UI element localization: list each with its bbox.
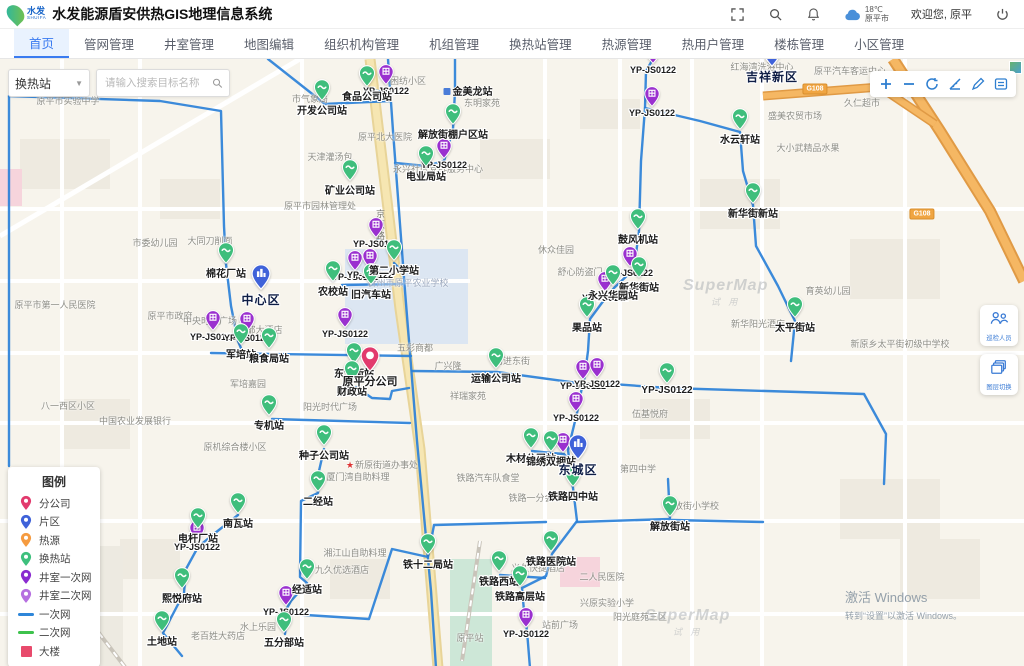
legend-item-2: 热源 — [18, 531, 100, 550]
layer-switch-button[interactable]: 图层切换 — [980, 354, 1018, 395]
water-drop-icon — [3, 2, 28, 27]
page-title: 水发能源盾安供热GIS地理信息系统 — [52, 4, 272, 24]
fullscreen-icon[interactable] — [730, 6, 746, 22]
nav-tab-2[interactable]: 井室管理 — [149, 29, 229, 58]
supermap-watermark: SuperMap试 用 — [683, 277, 768, 308]
welcome-text: 欢迎您, 原平 — [911, 6, 972, 22]
nav-tab-1[interactable]: 管网管理 — [69, 29, 149, 58]
gis-app: 水发 SHUIFA 水发能源盾安供热GIS地理信息系统 18℃ 原平市 — [0, 0, 1024, 666]
measure-icon[interactable] — [943, 73, 966, 95]
company-logo: 水发 SHUIFA — [8, 4, 52, 24]
map-canvas[interactable]: 原平市实验中学市气象局困纺小区东明家苑原平北大医院天津灌汤包永兴社区党群服务中心… — [0, 59, 1024, 666]
weather-widget: 18℃ 原平市 — [844, 5, 889, 23]
nav-tab-8[interactable]: 热用户管理 — [667, 29, 760, 58]
nav-tab-4[interactable]: 组织机构管理 — [309, 29, 414, 58]
search-icon[interactable] — [212, 77, 223, 89]
legend-item-1: 片区 — [18, 513, 100, 532]
legend-item-3: 换热站 — [18, 550, 100, 569]
legend-item-0: 分公司 — [18, 494, 100, 513]
nav-tab-5[interactable]: 机组管理 — [414, 29, 494, 58]
supermap-watermark: SuperMap试 用 — [645, 607, 730, 638]
search-input-wrap — [96, 69, 230, 97]
nav-tab-7[interactable]: 热源管理 — [587, 29, 667, 58]
weather-city: 原平市 — [865, 14, 889, 23]
nav-tab-3[interactable]: 地图编辑 — [229, 29, 309, 58]
nav-tab-0[interactable]: 首页 — [14, 29, 69, 58]
layers-icon — [990, 359, 1008, 380]
legend-item-6: 一次网 — [18, 605, 100, 624]
marker-layer: YP-JS0122YP-JS0122YP-JS0122YP-JS0122YP-J… — [0, 59, 1024, 666]
draw-icon[interactable] — [966, 73, 989, 95]
windows-watermark: 激活 Windows 转到“设置”以激活 Windows。 — [845, 587, 962, 622]
search-icon[interactable] — [768, 6, 784, 22]
logo-text-en: SHUIFA — [27, 16, 46, 21]
chevron-down-icon: ▼ — [75, 79, 83, 88]
weather-temp: 18℃ — [865, 5, 889, 14]
map-side-tools: 巡检人员图层切换 — [980, 305, 1018, 395]
search-category-select[interactable]: 换热站▼ — [8, 69, 90, 97]
nav-tab-10[interactable]: 小区管理 — [839, 29, 919, 58]
people-icon — [990, 310, 1009, 331]
zoom-in-icon[interactable] — [874, 73, 897, 95]
layer-list-icon[interactable] — [989, 73, 1012, 95]
legend-item-4: 井室一次网 — [18, 568, 100, 587]
legend-item-7: 二次网 — [18, 624, 100, 643]
reset-view-icon[interactable] — [920, 73, 943, 95]
legend-item-8: 大楼 — [18, 642, 100, 661]
map-toolbar — [870, 71, 1016, 97]
map-legend: 图例 分公司片区热源换热站井室一次网井室二次网一次网二次网大楼 — [8, 467, 100, 666]
logout-icon[interactable] — [994, 6, 1010, 22]
map-search-bar: 换热站▼ — [8, 69, 230, 97]
search-input[interactable] — [103, 76, 212, 90]
app-header: 水发 SHUIFA 水发能源盾安供热GIS地理信息系统 18℃ 原平市 — [0, 0, 1024, 29]
cloud-icon — [844, 8, 861, 21]
staff-locate-button[interactable]: 巡检人员 — [980, 305, 1018, 346]
nav-tab-6[interactable]: 换热站管理 — [494, 29, 587, 58]
main-nav: 首页管网管理井室管理地图编辑组织机构管理机组管理换热站管理热源管理热用户管理楼栋… — [0, 29, 1024, 59]
legend-title: 图例 — [8, 473, 100, 490]
zoom-out-icon[interactable] — [897, 73, 920, 95]
notification-bell-icon[interactable] — [806, 6, 822, 22]
nav-tab-9[interactable]: 楼栋管理 — [759, 29, 839, 58]
legend-item-5: 井室二次网 — [18, 587, 100, 606]
